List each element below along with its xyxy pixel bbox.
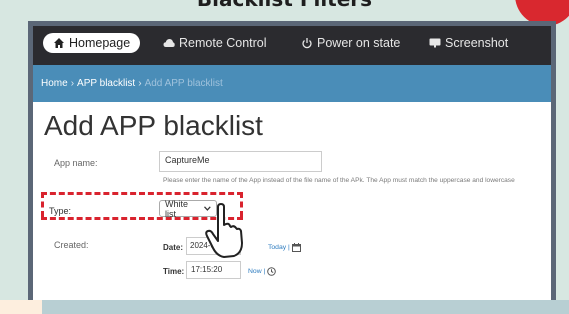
nav-item-homepage[interactable]: Homepage [43,33,141,53]
app-name-label: App name: [54,158,98,168]
browser-screenshot: Homepage Remote Control Power on state S… [28,21,556,310]
type-select-value: White list [165,198,189,219]
app-name-input[interactable]: CaptureMe [159,151,322,172]
page-title: Add APP blacklist [44,110,263,141]
top-navigation-bar: Homepage Remote Control Power on state S… [33,26,551,65]
breadcrumb: Home › APP blacklist › Add APP blacklist [33,65,551,102]
breadcrumb-separator: › [70,78,75,89]
created-label: Created: [54,240,89,250]
orange-strip-decoration [0,300,42,314]
app-name-help-text: Please enter the name of the App instead… [163,177,515,184]
nav-label-screenshot: Screenshot [445,36,509,50]
breadcrumb-section-link[interactable]: APP blacklist [77,78,135,89]
time-label: Time: [163,267,185,276]
slide-title: Blacklist Filters [0,0,569,11]
hand-pointer-icon [205,203,243,258]
monitor-icon [429,38,441,48]
cloud-icon [163,39,175,47]
power-icon [302,38,312,49]
highlight-dashed-line [41,192,243,195]
nav-label-remote-control: Remote Control [179,36,267,50]
nav-item-power-on-state[interactable]: Power on state [301,36,400,50]
nav-label-power-on-state: Power on state [317,36,401,50]
date-label: Date: [163,243,184,252]
nav-item-screenshot[interactable]: Screenshot [429,36,508,50]
today-link-label: Today | [268,244,290,251]
today-link[interactable]: Today | [268,243,301,252]
highlight-dashed-line [41,192,44,217]
nav-label-homepage: Homepage [69,36,131,50]
breadcrumb-separator: › [138,78,142,89]
calendar-icon[interactable] [291,243,301,252]
type-label: Type: [49,206,72,216]
home-icon [54,38,64,48]
bottom-bar-decoration [42,300,569,314]
now-link[interactable]: Now | [248,267,277,276]
breadcrumb-current: Add APP blacklist [144,78,223,89]
time-input[interactable]: 17:15:20 [186,261,241,279]
now-link-label: Now | [248,268,266,275]
breadcrumb-home-link[interactable]: Home [41,78,68,89]
nav-item-remote-control[interactable]: Remote Control [163,36,267,50]
clock-icon[interactable] [267,267,277,276]
